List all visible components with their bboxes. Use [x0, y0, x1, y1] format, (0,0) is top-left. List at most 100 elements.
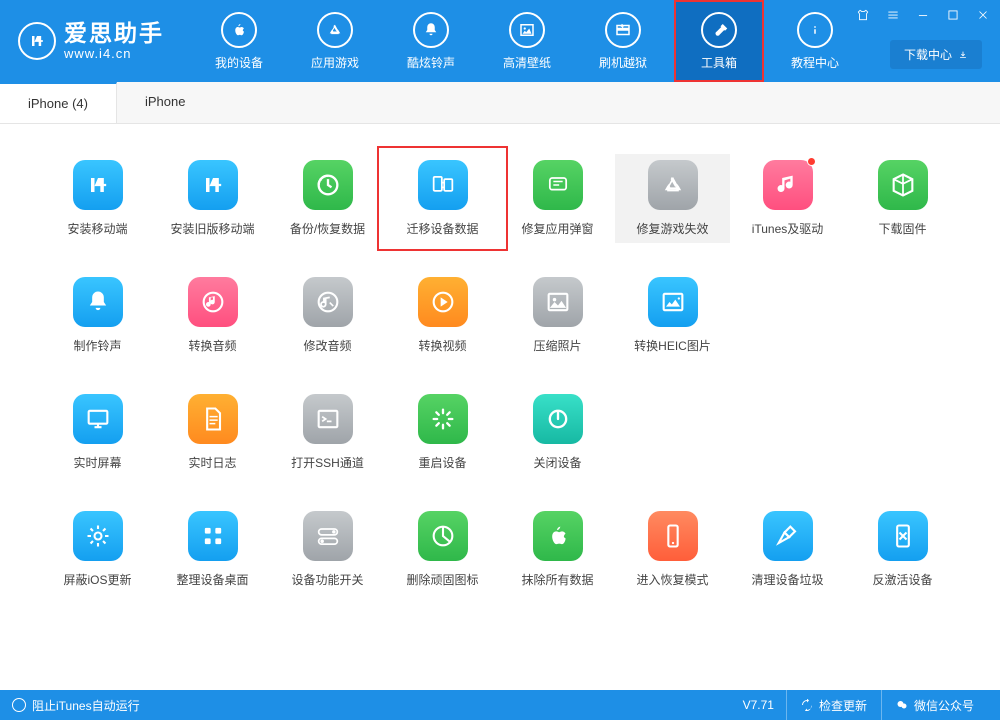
tool-doc[interactable]: 实时日志	[155, 388, 270, 477]
nav-4[interactable]: 刷机越狱	[578, 0, 668, 82]
tool-label: 压缩照片	[533, 337, 581, 354]
phone-icon	[648, 511, 698, 561]
version-label: V7.71	[731, 698, 786, 712]
menu-icon[interactable]	[884, 6, 902, 24]
minimize-icon[interactable]	[914, 6, 932, 24]
nav-1[interactable]: 应用游戏	[290, 0, 380, 82]
tool-label: 整理设备桌面	[176, 571, 248, 588]
nav-icon	[413, 12, 449, 48]
tool-label: 备份/恢复数据	[290, 220, 365, 237]
tool-audioedit[interactable]: 修改音频	[270, 271, 385, 360]
broom-icon	[763, 511, 813, 561]
tool-label: 打开SSH通道	[291, 454, 364, 471]
nav-3[interactable]: 高清壁纸	[482, 0, 572, 82]
apple-icon	[533, 511, 583, 561]
circle-icon	[12, 698, 26, 712]
tool-label: 抹除所有数据	[521, 571, 593, 588]
tool-label: 修复应用弹窗	[521, 220, 593, 237]
nav-5[interactable]: 工具箱	[674, 0, 764, 82]
logo-icon	[18, 22, 56, 60]
tool-label: 安装旧版移动端	[170, 220, 254, 237]
wechat-icon	[896, 699, 908, 711]
music-icon	[763, 160, 813, 210]
tool-label: 删除顽固图标	[406, 571, 478, 588]
tool-audio[interactable]: 转换音频	[155, 271, 270, 360]
tab-1[interactable]: iPhone	[117, 82, 213, 123]
download-center-button[interactable]: 下载中心	[890, 40, 982, 69]
tools-grid: 安装移动端 安装旧版移动端 备份/恢复数据 迁移设备数据修复应用弹窗 修复游戏失效 iTu…	[0, 124, 1000, 614]
tab-0[interactable]: iPhone (4)	[0, 82, 117, 123]
tool-i4[interactable]: 安装移动端	[40, 154, 155, 243]
doc-icon	[188, 394, 238, 444]
tool-cube[interactable]: 下载固件	[845, 154, 960, 243]
cube-icon	[878, 160, 928, 210]
tool-apple[interactable]: 抹除所有数据	[500, 505, 615, 594]
tool-transfer[interactable]: 迁移设备数据	[385, 154, 500, 243]
block-itunes[interactable]: 阻止iTunes自动运行	[12, 697, 140, 714]
check-update-button[interactable]: 检查更新	[786, 690, 881, 720]
maximize-icon[interactable]	[944, 6, 962, 24]
tool-label: iTunes及驱动	[752, 220, 824, 237]
tool-label: 实时屏幕	[73, 454, 121, 471]
nav-icon	[317, 12, 353, 48]
appstore-icon	[648, 160, 698, 210]
monitor-icon	[73, 394, 123, 444]
tool-label: 重启设备	[418, 454, 466, 471]
deactivate-icon	[878, 511, 928, 561]
tool-bell[interactable]: 制作铃声	[40, 271, 155, 360]
window-controls	[854, 6, 992, 24]
tool-deactivate[interactable]: 反激活设备	[845, 505, 960, 594]
device-tabs: iPhone (4)iPhone	[0, 82, 1000, 124]
tool-label: 修改音频	[303, 337, 351, 354]
tool-label: 屏蔽iOS更新	[63, 571, 131, 588]
terminal-icon	[303, 394, 353, 444]
tool-terminal[interactable]: 打开SSH通道	[270, 388, 385, 477]
download-icon	[958, 50, 968, 60]
tool-photo[interactable]: 压缩照片	[500, 271, 615, 360]
tool-toggle[interactable]: 设备功能开关	[270, 505, 385, 594]
nav-icon	[509, 12, 545, 48]
heic-icon	[648, 277, 698, 327]
tool-heic[interactable]: 转换HEIC图片	[615, 271, 730, 360]
tool-clock[interactable]: 备份/恢复数据	[270, 154, 385, 243]
main-nav: 我的设备应用游戏酷炫铃声高清壁纸刷机越狱工具箱教程中心	[194, 0, 860, 82]
tool-appleid[interactable]: 修复应用弹窗	[500, 154, 615, 243]
play-icon	[418, 277, 468, 327]
tool-pie[interactable]: 删除顽固图标	[385, 505, 500, 594]
bell-icon	[73, 277, 123, 327]
tool-power[interactable]: 关闭设备	[500, 388, 615, 477]
tool-loading[interactable]: 重启设备	[385, 388, 500, 477]
tool-grid[interactable]: 整理设备桌面	[155, 505, 270, 594]
tool-broom[interactable]: 清理设备垃圾	[730, 505, 845, 594]
close-icon[interactable]	[974, 6, 992, 24]
tool-label: 进入恢复模式	[636, 571, 708, 588]
gear-icon	[73, 511, 123, 561]
tool-label: 转换音频	[188, 337, 236, 354]
nav-icon	[221, 12, 257, 48]
toggle-icon	[303, 511, 353, 561]
nav-0[interactable]: 我的设备	[194, 0, 284, 82]
skin-icon[interactable]	[854, 6, 872, 24]
app-logo[interactable]: 爱思助手 www.i4.cn	[18, 21, 164, 61]
tool-monitor[interactable]: 实时屏幕	[40, 388, 155, 477]
nav-icon	[605, 12, 641, 48]
power-icon	[533, 394, 583, 444]
tool-gear[interactable]: 屏蔽iOS更新	[40, 505, 155, 594]
header: 爱思助手 www.i4.cn 我的设备应用游戏酷炫铃声高清壁纸刷机越狱工具箱教程…	[0, 0, 1000, 82]
wechat-button[interactable]: 微信公众号	[881, 690, 988, 720]
tool-phone[interactable]: 进入恢复模式	[615, 505, 730, 594]
tool-label: 反激活设备	[872, 571, 932, 588]
badge-dot	[807, 157, 816, 166]
audioedit-icon	[303, 277, 353, 327]
tool-label: 安装移动端	[67, 220, 127, 237]
tool-play[interactable]: 转换视频	[385, 271, 500, 360]
nav-2[interactable]: 酷炫铃声	[386, 0, 476, 82]
nav-6[interactable]: 教程中心	[770, 0, 860, 82]
photo-icon	[533, 277, 583, 327]
tool-label: 转换HEIC图片	[634, 337, 711, 354]
audio-icon	[188, 277, 238, 327]
tool-i4[interactable]: 安装旧版移动端	[155, 154, 270, 243]
tool-music[interactable]: iTunes及驱动	[730, 154, 845, 243]
tool-appstore[interactable]: 修复游戏失效	[615, 154, 730, 243]
status-bar: 阻止iTunes自动运行 V7.71 检查更新 微信公众号	[0, 690, 1000, 720]
